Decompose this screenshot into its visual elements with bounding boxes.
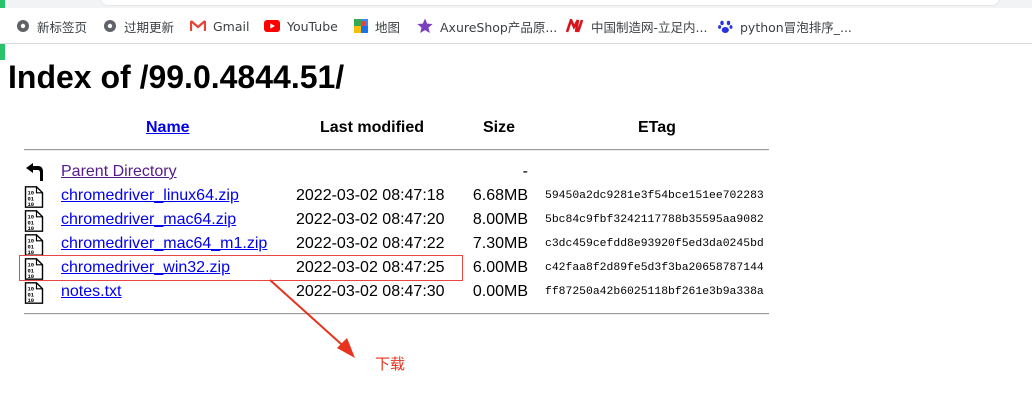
gmail-icon	[190, 20, 206, 31]
bookmark-label: 新标签页	[37, 19, 88, 35]
bookmark-expired-updates[interactable]: 过期更新	[103, 8, 174, 44]
bookmark-axureshop[interactable]: AxureShop产品原...	[417, 8, 557, 44]
bookmarks-bar: 新标签页 过期更新 Gmail YouTube 地图 AxureShop产品原.…	[0, 8, 1032, 44]
bookmark-label: AxureShop产品原...	[440, 19, 558, 35]
baidu-paw-icon	[718, 20, 733, 33]
bookmark-label: 地图	[375, 19, 401, 35]
etag-cell: ff87250a42b6025118bf261e3b9a338a	[545, 286, 764, 298]
file-size: 6.00MB	[472, 259, 528, 276]
bookmark-label: 中国制造网-立足内...	[591, 19, 708, 35]
etag-cell: c42faa8f2d89fe5d3f3ba20658787144	[545, 262, 764, 274]
column-header-etag: ETag	[638, 119, 676, 136]
file-size: 8.00MB	[472, 211, 528, 228]
youtube-icon	[264, 20, 280, 32]
etag-cell: c3dc459cefdd8e93920f5ed3da0245bd	[545, 238, 764, 250]
bookmark-label: python冒泡排序_...	[740, 19, 852, 35]
bookmark-youtube[interactable]: YouTube	[264, 8, 338, 44]
etag-cell: 59450a2dc9281e3f54bce151ee702283	[545, 190, 764, 202]
bookmark-maps[interactable]: 地图	[354, 8, 400, 44]
browser-tab-strip	[0, 0, 1032, 8]
file-size: -	[522, 163, 528, 180]
download-annotation: 下载	[375, 355, 406, 373]
made-in-china-icon	[566, 19, 584, 33]
bookmark-gmail[interactable]: Gmail	[190, 8, 249, 44]
maps-icon	[354, 19, 368, 33]
column-header-size: Size	[483, 119, 516, 136]
bookmark-label: Gmail	[213, 18, 250, 34]
bookmark-python-bubble-sort[interactable]: python冒泡排序_...	[718, 8, 852, 44]
globe-icon	[17, 20, 29, 32]
address-bar[interactable]	[100, 0, 1000, 6]
bookmark-label: YouTube	[287, 18, 338, 34]
file-size: 7.30MB	[472, 235, 528, 252]
globe-icon	[104, 20, 116, 32]
file-size: 0.00MB	[472, 283, 528, 300]
directory-listing-page: Index of /99.0.4844.51/ Name Last modifi…	[0, 45, 1032, 402]
bookmark-label: 过期更新	[124, 19, 175, 35]
annotation-arrow	[269, 279, 355, 358]
etag-cell: 5bc84c9fbf3242117788b35595aa9082	[545, 214, 764, 226]
bookmark-made-in-china[interactable]: 中国制造网-立足内...	[566, 8, 707, 44]
axureshop-icon	[417, 18, 433, 33]
file-size: 6.68MB	[472, 187, 528, 204]
bookmark-new-tab[interactable]: 新标签页	[16, 8, 87, 44]
